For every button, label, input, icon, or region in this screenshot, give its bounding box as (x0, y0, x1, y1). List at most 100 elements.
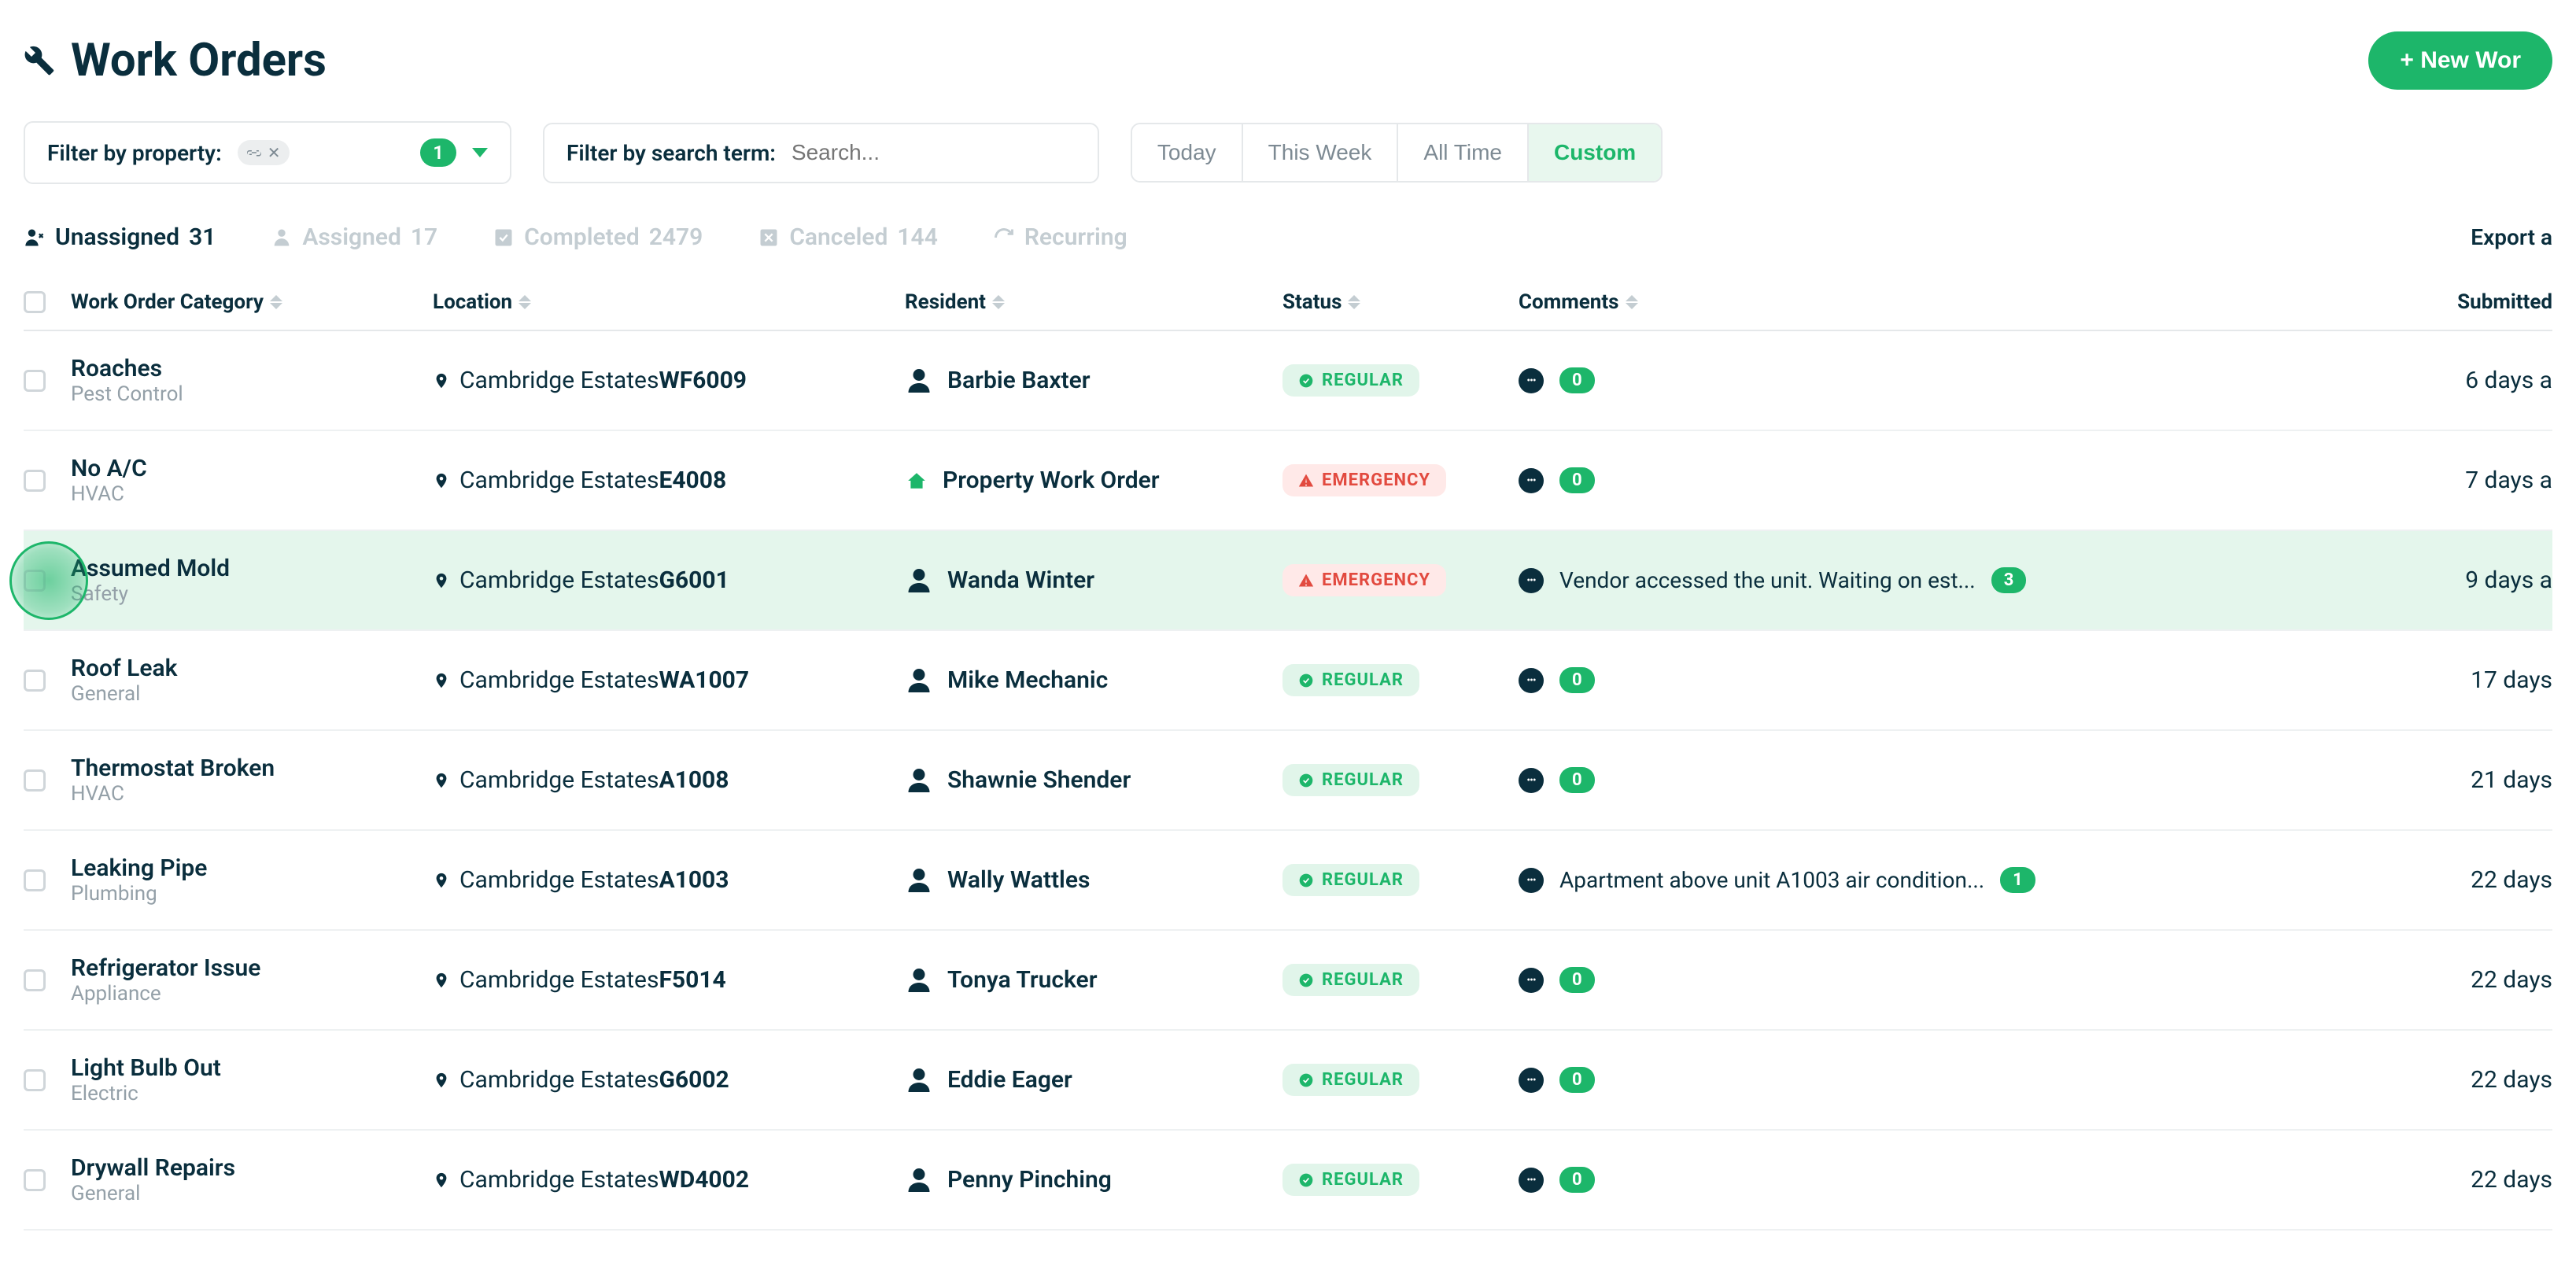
col-location[interactable]: Location (433, 290, 905, 314)
work-order-category: HVAC (71, 482, 433, 506)
property-chip[interactable]: ✕ (238, 140, 290, 165)
check-circle-icon (1298, 972, 1314, 988)
status-tab-unassigned[interactable]: Unassigned 31 (24, 223, 216, 251)
status-tab-canceled[interactable]: Canceled 144 (758, 223, 938, 251)
tools-icon (24, 45, 55, 76)
table-row[interactable]: Roaches Pest Control Cambridge EstatesWF… (24, 331, 2552, 431)
col-comments[interactable]: Comments (1519, 290, 2164, 314)
person-icon (905, 1066, 933, 1094)
map-pin-icon (433, 1169, 450, 1191)
table-row[interactable]: Thermostat Broken HVAC Cambridge Estates… (24, 731, 2552, 831)
tab-all-time[interactable]: All Time (1398, 124, 1529, 181)
location-cell: Cambridge EstatesE4008 (433, 467, 905, 494)
comments-cell: ••• 0 (1519, 467, 2164, 493)
col-submitted[interactable]: Submitted (2164, 290, 2552, 314)
map-pin-icon (433, 670, 450, 692)
comment-count-badge: 3 (1991, 567, 2027, 593)
status-tab-assigned[interactable]: Assigned 17 (271, 223, 437, 251)
status-label: EMERGENCY (1322, 570, 1430, 590)
row-checkbox[interactable] (24, 570, 46, 592)
filter-by-search[interactable]: Filter by search term: (543, 123, 1099, 183)
comment-bubble-icon[interactable]: ••• (1519, 468, 1544, 493)
work-order-name: Drywall Repairs (71, 1154, 433, 1182)
status-label: EMERGENCY (1322, 470, 1430, 490)
caret-down-icon[interactable] (472, 148, 488, 157)
comments-cell: ••• 0 (1519, 767, 2164, 793)
comment-bubble-icon[interactable]: ••• (1519, 668, 1544, 693)
unit-number: E4008 (659, 467, 726, 494)
filter-by-property[interactable]: Filter by property: ✕ 1 (24, 121, 511, 184)
table-row[interactable]: Drywall Repairs General Cambridge Estate… (24, 1131, 2552, 1231)
tab-this-week[interactable]: This Week (1243, 124, 1399, 181)
x-box-icon (758, 227, 780, 249)
warning-icon (1298, 473, 1314, 489)
status-badge: REGULAR (1282, 864, 1419, 896)
person-icon (905, 866, 933, 895)
status-label: REGULAR (1322, 870, 1404, 890)
comment-count-badge: 0 (1559, 1067, 1595, 1093)
filter-search-label: Filter by search term: (566, 140, 776, 166)
comment-bubble-icon[interactable]: ••• (1519, 1068, 1544, 1093)
comment-bubble-icon[interactable]: ••• (1519, 968, 1544, 993)
status-label: REGULAR (1322, 1170, 1404, 1190)
select-all-checkbox[interactable] (24, 291, 46, 313)
table-row[interactable]: Light Bulb Out Electric Cambridge Estate… (24, 1031, 2552, 1131)
status-label: REGULAR (1322, 670, 1404, 690)
comments-cell: ••• 0 (1519, 1167, 2164, 1193)
table-row[interactable]: Refrigerator Issue Appliance Cambridge E… (24, 931, 2552, 1031)
row-checkbox[interactable] (24, 769, 46, 792)
status-label: REGULAR (1322, 1070, 1404, 1090)
status-tab-completed[interactable]: Completed 2479 (493, 223, 703, 251)
export-link[interactable]: Export a (2471, 224, 2552, 250)
comments-cell: ••• Vendor accessed the unit. Waiting on… (1519, 567, 2164, 593)
row-checkbox[interactable] (24, 670, 46, 692)
work-order-name: Roof Leak (71, 655, 433, 682)
resident-cell: Barbie Baxter (905, 367, 1282, 395)
status-tab-recurring[interactable]: Recurring (993, 223, 1127, 251)
row-checkbox[interactable] (24, 869, 46, 891)
row-checkbox[interactable] (24, 1169, 46, 1191)
col-category[interactable]: Work Order Category (71, 290, 433, 314)
tab-custom[interactable]: Custom (1529, 124, 1661, 181)
row-checkbox[interactable] (24, 969, 46, 991)
table-header: Work Order Category Location Resident St… (24, 275, 2552, 331)
work-order-name: Leaking Pipe (71, 854, 433, 882)
col-resident[interactable]: Resident (905, 290, 1282, 314)
comment-bubble-icon[interactable]: ••• (1519, 568, 1544, 593)
new-work-order-button[interactable]: + New Wor (2368, 31, 2552, 90)
status-badge: REGULAR (1282, 1164, 1419, 1196)
property-name: Cambridge Estates (459, 666, 659, 694)
property-name: Cambridge Estates (459, 966, 659, 994)
table-row[interactable]: Leaking Pipe Plumbing Cambridge EstatesA… (24, 831, 2552, 931)
col-status[interactable]: Status (1282, 290, 1519, 314)
row-checkbox[interactable] (24, 1069, 46, 1091)
tab-today[interactable]: Today (1132, 124, 1243, 181)
comment-count-badge: 0 (1559, 967, 1595, 993)
unit-number: A1003 (659, 866, 729, 894)
comment-bubble-icon[interactable]: ••• (1519, 868, 1544, 893)
comment-bubble-icon[interactable]: ••• (1519, 1168, 1544, 1193)
comments-cell: ••• 0 (1519, 967, 2164, 993)
table-row[interactable]: Assumed Mold Safety Cambridge EstatesG60… (24, 531, 2552, 631)
comment-bubble-icon[interactable]: ••• (1519, 768, 1544, 793)
resident-cell: Shawnie Shender (905, 766, 1282, 795)
comment-bubble-icon[interactable]: ••• (1519, 368, 1544, 393)
table-row[interactable]: Roof Leak General Cambridge EstatesWA100… (24, 631, 2552, 731)
work-order-name: Assumed Mold (71, 555, 433, 582)
property-filter-count: 1 (420, 138, 456, 167)
resident-cell: Penny Pinching (905, 1166, 1282, 1194)
work-order-name: Refrigerator Issue (71, 954, 433, 982)
table-row[interactable]: No A/C HVAC Cambridge EstatesE4008 Prope… (24, 431, 2552, 531)
resident-name: Property Work Order (943, 467, 1160, 494)
resident-name: Barbie Baxter (947, 367, 1091, 394)
row-checkbox[interactable] (24, 370, 46, 392)
person-icon (905, 666, 933, 695)
submitted-cell: 9 days a (2164, 566, 2552, 594)
search-input[interactable] (792, 140, 1076, 165)
unit-number: A1008 (659, 766, 729, 794)
submitted-cell: 7 days a (2164, 467, 2552, 494)
row-checkbox[interactable] (24, 470, 46, 492)
resident-name: Mike Mechanic (947, 666, 1108, 694)
chip-remove-icon[interactable]: ✕ (268, 143, 281, 162)
location-cell: Cambridge EstatesA1003 (433, 866, 905, 894)
